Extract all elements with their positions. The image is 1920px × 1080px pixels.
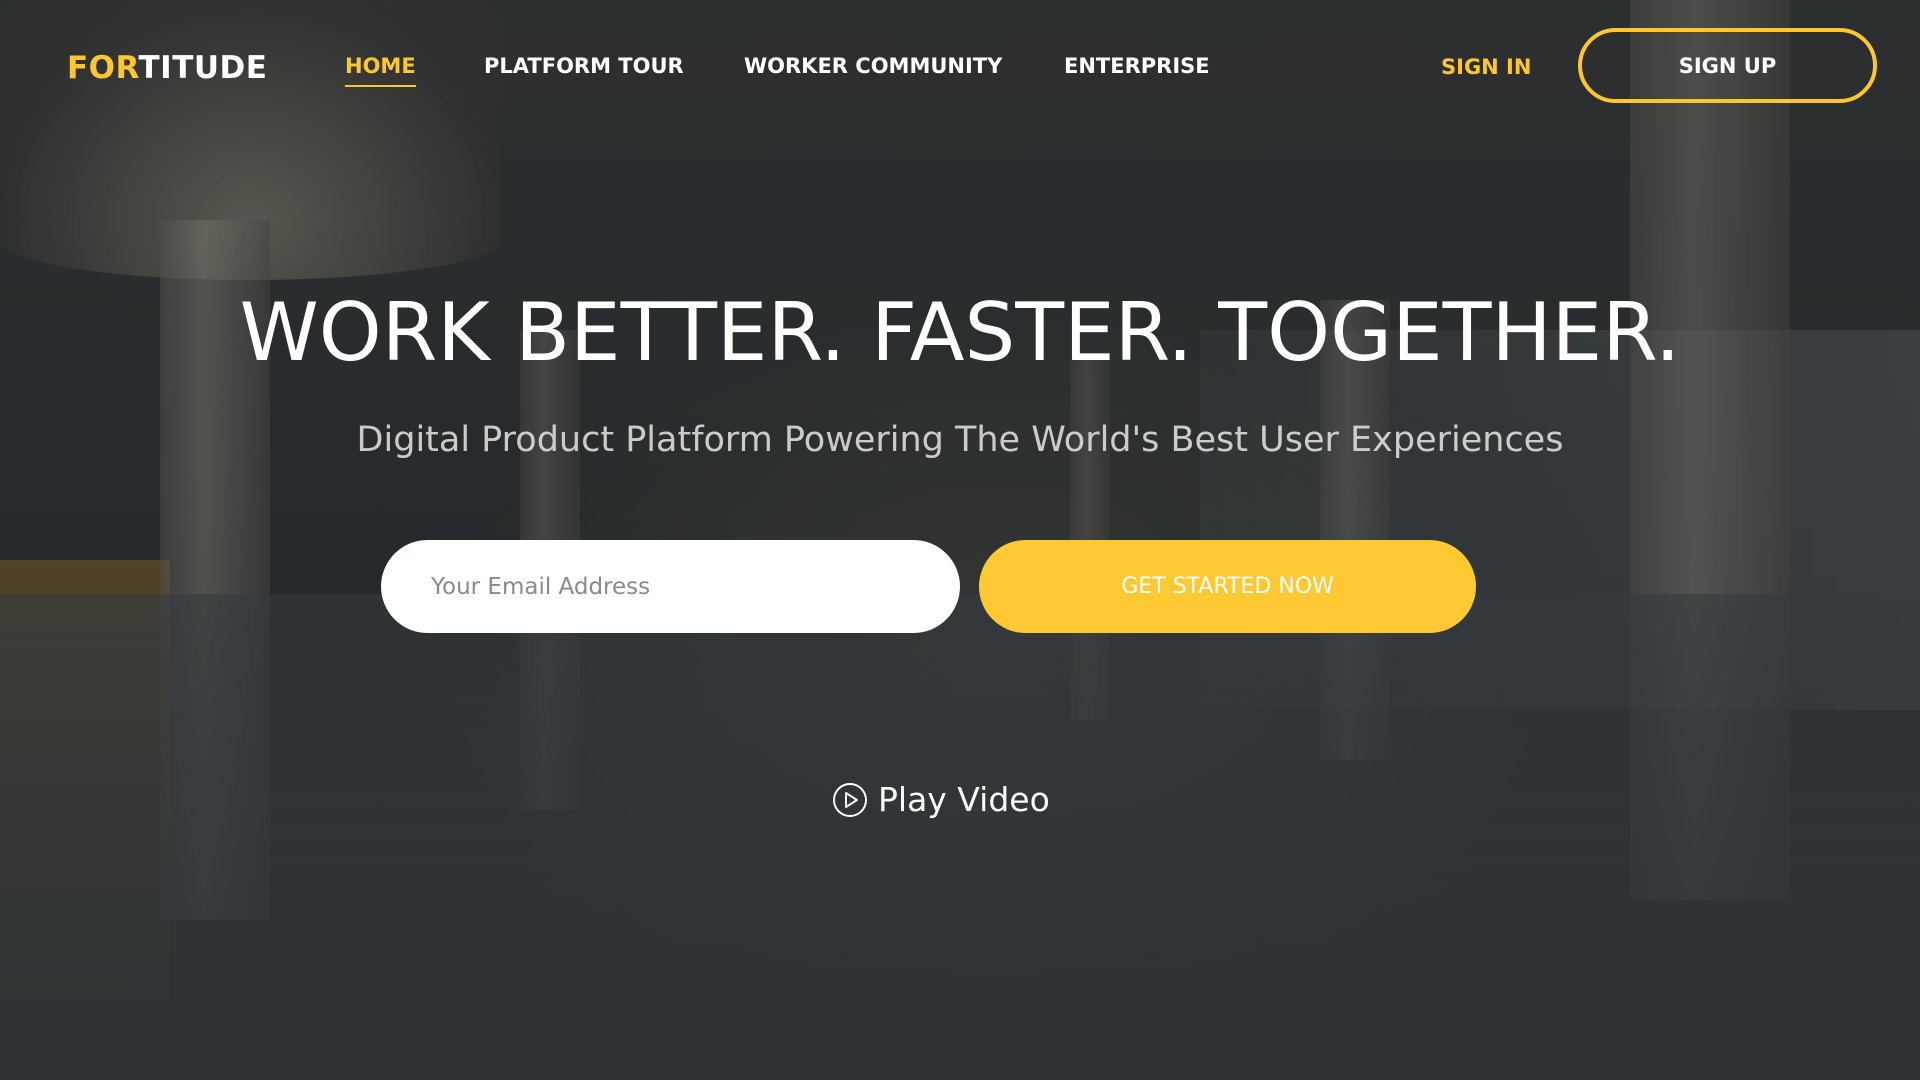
logo[interactable]: FORTITUDE	[67, 50, 267, 86]
sign-up-button[interactable]: SIGN UP	[1578, 28, 1877, 103]
site-header: FORTITUDE HOME PLATFORM TOUR WORKER COMM…	[0, 0, 1920, 134]
play-video-label: Play Video	[878, 780, 1050, 819]
nav-item-enterprise[interactable]: ENTERPRISE	[1064, 54, 1210, 78]
play-circle-icon	[833, 782, 867, 817]
dark-overlay	[0, 0, 1920, 1080]
hero-title: WORK BETTER. FASTER. TOGETHER.	[239, 286, 1681, 379]
nav-item-platform-tour[interactable]: PLATFORM TOUR	[484, 54, 684, 78]
sign-in-link[interactable]: SIGN IN	[1441, 55, 1531, 79]
email-input[interactable]	[381, 540, 960, 633]
get-started-button[interactable]: GET STARTED NOW	[979, 540, 1476, 633]
nav-item-worker-community[interactable]: WORKER COMMUNITY	[744, 54, 1002, 78]
hero-subtitle: Digital Product Platform Powering The Wo…	[356, 420, 1564, 460]
play-video-button[interactable]: Play Video	[832, 780, 1050, 819]
hero-background-image	[0, 0, 1920, 1080]
logo-accent-text: FOR	[67, 50, 139, 86]
logo-text: TITUDE	[138, 50, 268, 86]
nav-item-home[interactable]: HOME	[345, 54, 416, 87]
